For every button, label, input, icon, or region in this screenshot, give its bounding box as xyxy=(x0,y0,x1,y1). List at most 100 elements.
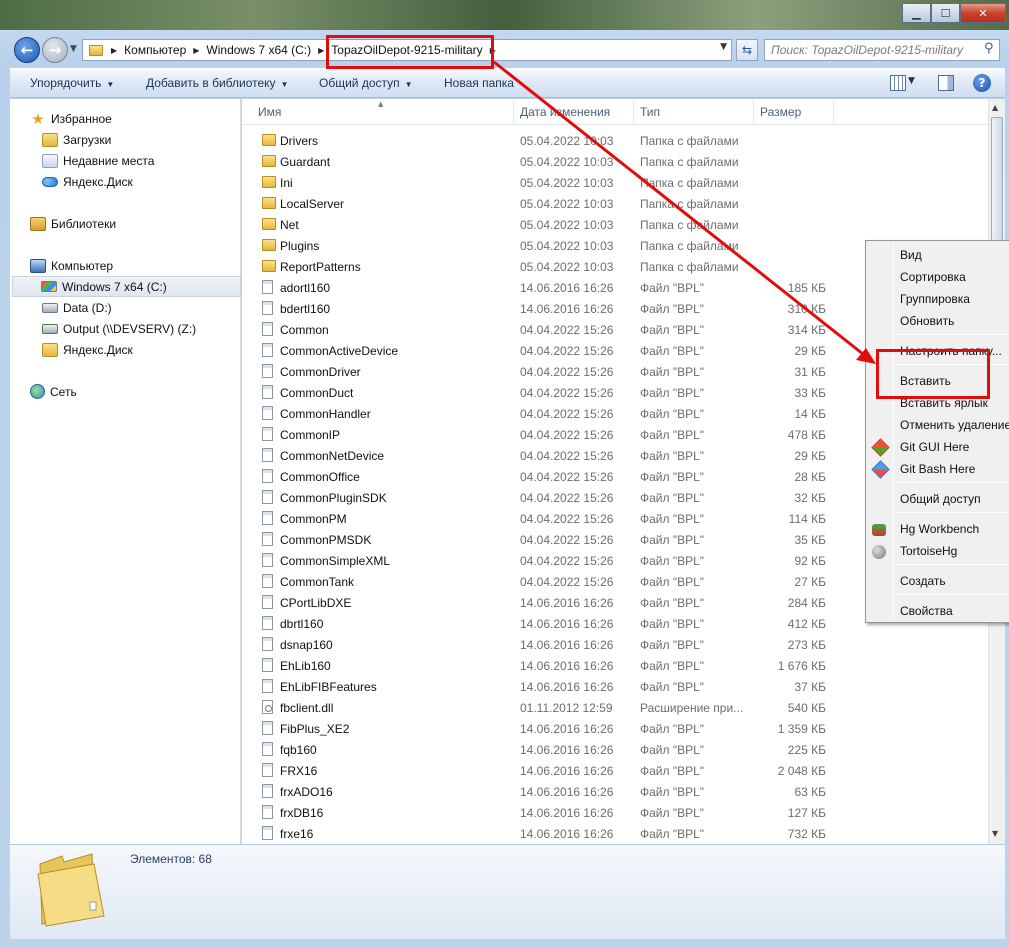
sidebar-item-recent[interactable]: Недавние места xyxy=(42,150,271,171)
folder-icon xyxy=(262,197,276,209)
sidebar-item-drive-c[interactable]: Windows 7 x64 (C:) xyxy=(12,276,241,297)
sidebar-item-label: Windows 7 x64 (C:) xyxy=(62,279,167,294)
ctx-git-bash[interactable]: Git Bash Here xyxy=(900,462,975,476)
file-name: Net xyxy=(280,218,299,232)
share-button[interactable]: Общий доступ ▼ xyxy=(319,76,413,90)
column-header-date[interactable]: Дата изменения xyxy=(514,99,634,125)
search-input[interactable]: Поиск: TopazOilDepot-9215-military xyxy=(764,39,1000,61)
desktop-background-strip xyxy=(0,0,1009,30)
table-row[interactable]: fqb160 14.06.2016 16:26 Файл "BPL" 225 КБ xyxy=(242,739,988,760)
table-row[interactable]: frxe16 14.06.2016 16:26 Файл "BPL" 732 КБ xyxy=(242,823,988,844)
view-options-dropdown[interactable]: ▼ xyxy=(908,76,915,86)
forward-button[interactable]: → xyxy=(42,37,68,63)
file-type: Файл "BPL" xyxy=(640,344,705,358)
ctx-group[interactable]: Группировка xyxy=(900,292,970,306)
ctx-view[interactable]: Вид xyxy=(900,248,922,262)
breadcrumb-computer[interactable]: Компьютер xyxy=(121,40,189,60)
table-row[interactable]: Guardant 05.04.2022 10:03 Папка с файлами xyxy=(242,151,988,172)
sidebar-item-drive-d[interactable]: Data (D:) xyxy=(42,297,271,318)
scroll-down-icon[interactable]: ▼ xyxy=(992,829,998,838)
ctx-properties[interactable]: Свойства xyxy=(900,604,953,618)
table-row[interactable]: EhLib160 14.06.2016 16:26 Файл "BPL" 1 676 … xyxy=(242,655,988,676)
ctx-share[interactable]: Общий доступ xyxy=(900,492,981,506)
file-icon xyxy=(262,322,273,336)
maximize-button[interactable]: ☐ xyxy=(931,3,960,23)
sidebar-item-libraries[interactable]: Библиотеки xyxy=(30,213,259,234)
file-icon xyxy=(262,784,273,798)
arrow-left-icon: ← xyxy=(20,41,34,59)
file-date: 14.06.2016 16:26 xyxy=(520,302,614,316)
caption-buttons: ▁ ☐ ✕ xyxy=(902,3,1006,23)
preview-pane-icon[interactable] xyxy=(938,75,954,91)
minimize-button[interactable]: ▁ xyxy=(902,3,931,23)
ctx-refresh[interactable]: Обновить xyxy=(900,314,954,328)
ctx-hg-workbench[interactable]: Hg Workbench xyxy=(900,522,979,536)
back-button[interactable]: ← xyxy=(14,37,40,63)
hard-drive-icon xyxy=(42,302,58,313)
scrollbar-thumb[interactable] xyxy=(991,117,1003,247)
file-size: 29 КБ xyxy=(794,449,826,463)
file-size: 2 048 КБ xyxy=(777,764,826,778)
file-date: 04.04.2022 15:26 xyxy=(520,470,614,484)
ctx-tortoisehg[interactable]: TortoiseHg xyxy=(900,544,957,558)
file-icon xyxy=(262,301,273,315)
breadcrumb-drive-c[interactable]: Windows 7 x64 (C:) xyxy=(203,40,314,60)
sidebar-item-yandex-disk-2[interactable]: Яндекс.Диск xyxy=(42,339,271,360)
change-view-icon[interactable] xyxy=(890,75,906,91)
file-icon xyxy=(262,469,273,483)
file-name: Common xyxy=(280,323,329,337)
sidebar-item-downloads[interactable]: Загрузки xyxy=(42,129,271,150)
table-row[interactable]: FibPlus_XE2 14.06.2016 16:26 Файл "BPL" 1 3… xyxy=(242,718,988,739)
sidebar-item-yandex-disk[interactable]: Яндекс.Диск xyxy=(42,171,271,192)
search-icon[interactable]: ⚲ xyxy=(984,41,994,56)
yandex-disk-icon xyxy=(42,176,58,187)
file-size: 1 676 КБ xyxy=(777,659,826,673)
table-row[interactable]: EhLibFIBFeatures 14.06.2016 16:26 Файл "BP… xyxy=(242,676,988,697)
recent-pages-dropdown[interactable]: ▼ xyxy=(70,44,77,54)
file-size: 37 КБ xyxy=(794,680,826,694)
scroll-up-icon[interactable]: ▲ xyxy=(992,103,998,112)
address-history-dropdown[interactable]: ▼ xyxy=(720,42,727,52)
file-name: CommonTank xyxy=(280,575,355,589)
table-row[interactable]: frxADO16 14.06.2016 16:26 Файл "BPL" 63 КБ xyxy=(242,781,988,802)
new-folder-button[interactable]: Новая папка xyxy=(444,76,514,90)
file-icon xyxy=(262,427,273,441)
table-row[interactable]: fbclient.dll 01.11.2012 12:59 Расширение п… xyxy=(242,697,988,718)
sidebar-item-favorites[interactable]: ★ Избранное xyxy=(30,108,259,129)
table-row[interactable]: dsnap160 14.06.2016 16:26 Файл "BPL" 273 КБ xyxy=(242,634,988,655)
sidebar-item-label: Недавние места xyxy=(63,153,155,168)
ctx-create[interactable]: Создать xyxy=(900,574,946,588)
sidebar-item-label: Библиотеки xyxy=(51,216,117,231)
file-name: CommonPluginSDK xyxy=(280,491,387,505)
refresh-button[interactable]: ⇆ xyxy=(736,39,758,61)
file-type: Файл "BPL" xyxy=(640,281,705,295)
arrow-right-icon: → xyxy=(48,41,62,59)
file-date: 14.06.2016 16:26 xyxy=(520,743,614,757)
table-row[interactable]: Drivers 05.04.2022 10:03 Папка с файлами xyxy=(242,130,988,151)
ctx-git-gui[interactable]: Git GUI Here xyxy=(900,440,969,454)
file-name: CommonHandler xyxy=(280,407,371,421)
sidebar-item-computer[interactable]: Компьютер xyxy=(30,255,259,276)
table-row[interactable]: FRX16 14.06.2016 16:26 Файл "BPL" 2 048 КБ xyxy=(242,760,988,781)
chevron-right-icon[interactable]: ▶ xyxy=(189,46,203,55)
ctx-sort[interactable]: Сортировка xyxy=(900,270,966,284)
ctx-undo-delete[interactable]: Отменить удаление xyxy=(900,418,1009,432)
column-header-type[interactable]: Тип xyxy=(634,99,754,125)
table-row[interactable]: Ini 05.04.2022 10:03 Папка с файлами xyxy=(242,172,988,193)
organize-button[interactable]: Упорядочить ▼ xyxy=(30,76,114,90)
table-row[interactable]: Net 05.04.2022 10:03 Папка с файлами xyxy=(242,214,988,235)
column-header-size[interactable]: Размер xyxy=(754,99,834,125)
ctx-separator xyxy=(896,594,1008,595)
file-icon xyxy=(262,805,273,819)
table-row[interactable]: LocalServer 05.04.2022 10:03 Папка с файла… xyxy=(242,193,988,214)
file-date: 04.04.2022 15:26 xyxy=(520,491,614,505)
close-button[interactable]: ✕ xyxy=(960,3,1006,23)
sidebar-item-drive-z[interactable]: Output (\\DEVSERV) (Z:) xyxy=(42,318,271,339)
folder-icon xyxy=(262,260,276,272)
table-row[interactable]: frxDB16 14.06.2016 16:26 Файл "BPL" 127 КБ xyxy=(242,802,988,823)
annotation-highlight-path xyxy=(326,35,494,69)
file-name: frxADO16 xyxy=(280,785,333,799)
add-to-library-button[interactable]: Добавить в библиотеку ▼ xyxy=(146,76,288,90)
help-icon[interactable]: ? xyxy=(973,74,991,92)
sidebar-item-network[interactable]: Сеть xyxy=(30,381,259,402)
